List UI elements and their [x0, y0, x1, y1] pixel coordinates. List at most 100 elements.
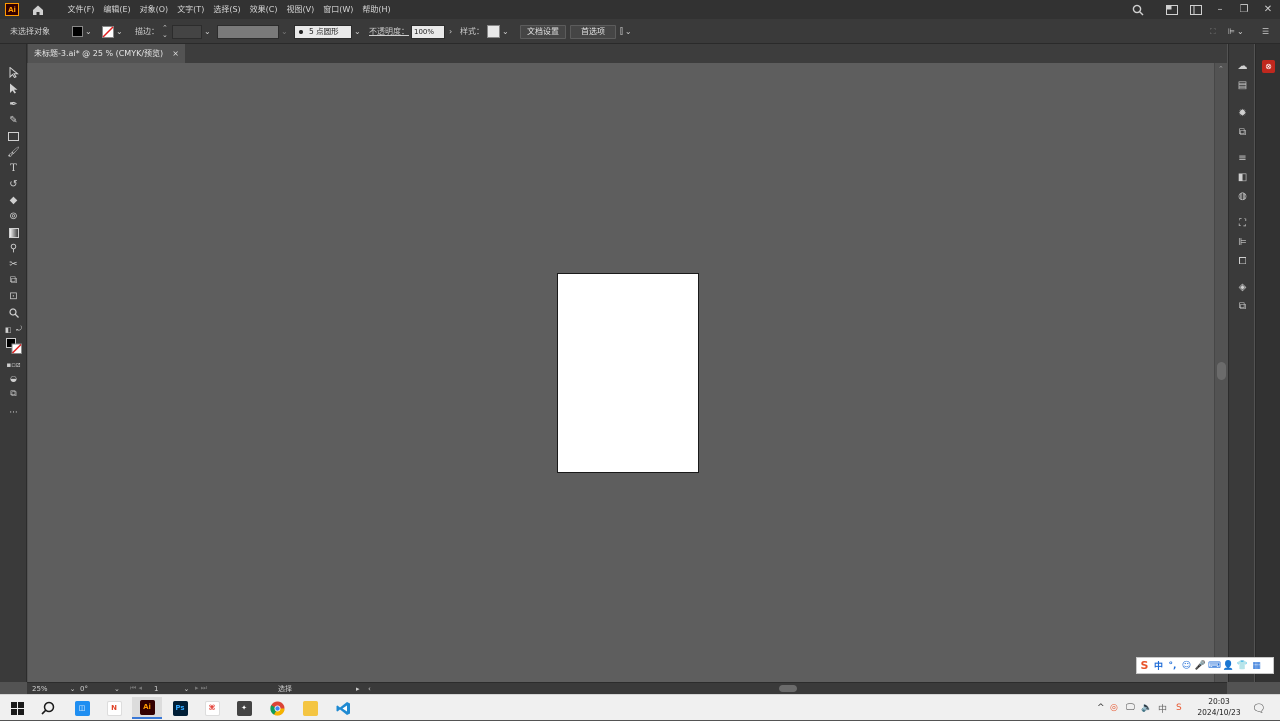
minimize-icon[interactable]: – — [1208, 0, 1232, 19]
ime-skin-icon[interactable]: 👕 — [1237, 660, 1248, 671]
ime-voice-icon[interactable]: 🎤 — [1195, 660, 1206, 671]
rotation-field[interactable]: 0° ⌄ — [80, 683, 120, 694]
graphic-style-picker[interactable]: ⌄ — [487, 19, 509, 44]
rotate-tool-icon[interactable]: ↺ — [5, 178, 22, 191]
eraser-tool-icon[interactable]: ◆ — [5, 194, 22, 207]
document-tab[interactable]: 未标题-3.ai* @ 25 % (CMYK/预览) × — [28, 44, 185, 63]
menu-view[interactable]: 视图(V) — [282, 0, 319, 19]
menu-effect[interactable]: 效果(C) — [245, 0, 282, 19]
zoom-tool-icon[interactable] — [5, 306, 22, 319]
taskbar-file-explorer[interactable] — [295, 697, 325, 719]
layers-panel-icon[interactable]: ◈ — [1234, 280, 1251, 294]
direct-selection-tool-icon[interactable] — [5, 82, 22, 95]
status-menu-icon[interactable]: ▸ — [356, 683, 360, 694]
ime-toolbox-icon[interactable]: ▦ — [1251, 660, 1262, 671]
arrange-documents-icon[interactable] — [1184, 0, 1208, 19]
taskbar-tencent-meeting[interactable]: ◫ — [67, 697, 97, 719]
notification-icon[interactable]: 🗨 — [1252, 695, 1266, 721]
menu-file[interactable]: 文件(F) — [63, 0, 99, 19]
ime-emoji-icon[interactable]: ☺ — [1181, 660, 1192, 671]
stroke-weight-stepper[interactable]: ⌃ ⌄ — [162, 19, 168, 44]
default-colors-icon[interactable]: ◧ ⤾ — [5, 323, 22, 336]
close-tab-icon[interactable]: × — [172, 49, 179, 58]
arrange-menu[interactable]: ⫿ ⌄ — [620, 19, 632, 44]
fill-stroke-indicator[interactable] — [5, 336, 22, 356]
document-setup-button[interactable]: 文档设置 — [520, 24, 566, 39]
close-icon[interactable]: ✕ — [1256, 0, 1280, 19]
properties-panel-icon[interactable]: ▤ — [1234, 78, 1251, 92]
vertical-scrollbar[interactable]: ⌃ — [1214, 63, 1227, 682]
artboard-nav-next-icon[interactable]: ▸ ⏭ — [195, 683, 207, 694]
type-tool-icon[interactable]: T — [5, 162, 22, 175]
fill-swatch[interactable]: ⌄ — [72, 19, 92, 44]
more-tools-icon[interactable]: ··· — [5, 406, 22, 419]
ime-language-toggle[interactable]: 中 — [1153, 660, 1164, 672]
graphic-styles-panel-icon[interactable]: ⧉ — [1234, 125, 1251, 139]
ime-person-icon[interactable]: 👤 — [1223, 660, 1234, 671]
opacity-label[interactable]: 不透明度： — [369, 19, 409, 44]
artboard-number-field[interactable]: 1 ⌄ — [154, 683, 189, 694]
canvas[interactable] — [28, 63, 1214, 682]
tray-overflow-icon[interactable]: ^ — [1097, 695, 1105, 721]
taskbar-vscode[interactable] — [328, 697, 358, 719]
taskbar-acrobat[interactable]: ⌘ — [197, 697, 227, 719]
stroke-swatch[interactable]: ⌄ — [102, 19, 123, 44]
creative-cloud-icon[interactable]: ⊗ — [1262, 60, 1275, 73]
taskbar-illustrator[interactable]: Ai — [132, 697, 162, 719]
transform-icon[interactable]: ⛶ — [1210, 19, 1216, 44]
network-icon[interactable]: 🖵 — [1126, 695, 1135, 721]
sogou-tray-icon[interactable]: S — [1176, 695, 1182, 721]
ime-keyboard-icon[interactable]: ⌨ — [1208, 660, 1221, 671]
curvature-tool-icon[interactable]: ✎ — [5, 114, 22, 127]
panel-menu-icon[interactable]: ☰ — [1262, 19, 1269, 44]
workspace-switcher-icon[interactable] — [1160, 0, 1184, 19]
taskbar-inkscape-app[interactable]: ✦ — [229, 697, 259, 719]
stroke-panel-icon[interactable]: ≡ — [1234, 151, 1251, 165]
menu-edit[interactable]: 编辑(E) — [99, 0, 135, 19]
gradient-panel-icon[interactable]: ◧ — [1234, 170, 1251, 184]
horizontal-scroll-thumb[interactable] — [779, 685, 797, 692]
scroll-up-icon[interactable]: ⌃ — [1218, 65, 1224, 73]
menu-type[interactable]: 文字(T) — [173, 0, 209, 19]
clock[interactable]: 20:03 2024/10/23 — [1194, 696, 1244, 718]
ime-indicator[interactable]: 中 — [1158, 695, 1167, 721]
appearance-panel-icon[interactable]: ✹ — [1234, 106, 1251, 120]
tray-app-icon[interactable]: ◎ — [1110, 695, 1118, 721]
artboard[interactable] — [557, 273, 699, 473]
libraries-panel-icon[interactable]: ☁ — [1234, 59, 1251, 73]
opacity-field[interactable]: 100% › — [411, 19, 452, 44]
stroke-weight-field[interactable]: ⌄ — [172, 19, 211, 44]
sogou-logo-icon[interactable]: S — [1139, 659, 1150, 672]
home-icon[interactable] — [31, 3, 45, 17]
scroll-left-icon[interactable]: ‹ — [368, 683, 371, 694]
scissors-tool-icon[interactable]: ✂ — [5, 258, 22, 271]
vertical-scroll-thumb[interactable] — [1217, 362, 1226, 380]
screen-mode-icon[interactable]: ⧉ — [5, 387, 22, 400]
pathfinder-panel-icon[interactable]: ⧠ — [1234, 254, 1251, 268]
transparency-panel-icon[interactable]: ◍ — [1234, 189, 1251, 203]
shape-builder-tool-icon[interactable]: ⊚ — [5, 210, 22, 223]
artboard-tool-icon[interactable]: ⊡ — [5, 290, 22, 303]
taskbar-photoshop[interactable]: Ps — [165, 697, 195, 719]
artboard-nav-prev-icon[interactable]: ⏮ ◂ — [130, 683, 142, 694]
gradient-tool-icon[interactable] — [5, 226, 22, 239]
transform-panel-icon[interactable]: ⛶ — [1234, 216, 1251, 230]
align-panel-icon[interactable]: ⊫ ⌄ — [1228, 19, 1244, 44]
volume-icon[interactable]: 🔈 — [1141, 695, 1152, 721]
menu-object[interactable]: 对象(O) — [135, 0, 173, 19]
rectangle-tool-icon[interactable] — [5, 130, 22, 143]
align-panel-icon[interactable]: ⊫ — [1234, 235, 1251, 249]
artboards-panel-icon[interactable]: ⧉ — [1234, 299, 1251, 313]
start-button[interactable] — [2, 697, 32, 719]
eyedropper-tool-icon[interactable]: ⚲ — [5, 242, 22, 255]
taskbar-navicat[interactable]: N — [99, 697, 129, 719]
paintbrush-tool-icon[interactable]: 🖌 — [5, 146, 22, 159]
selection-tool-icon[interactable] — [5, 66, 22, 79]
taskbar-chrome[interactable] — [262, 697, 292, 719]
preferences-button[interactable]: 首选项 — [570, 24, 616, 39]
ime-punctuation-icon[interactable]: °, — [1167, 660, 1178, 671]
restore-icon[interactable]: ❐ — [1232, 0, 1256, 19]
blend-tool-icon[interactable]: ⧉ — [5, 274, 22, 287]
variable-width-profile[interactable]: ⌄ — [217, 19, 288, 44]
zoom-field[interactable]: 25% ⌄ — [32, 683, 75, 694]
